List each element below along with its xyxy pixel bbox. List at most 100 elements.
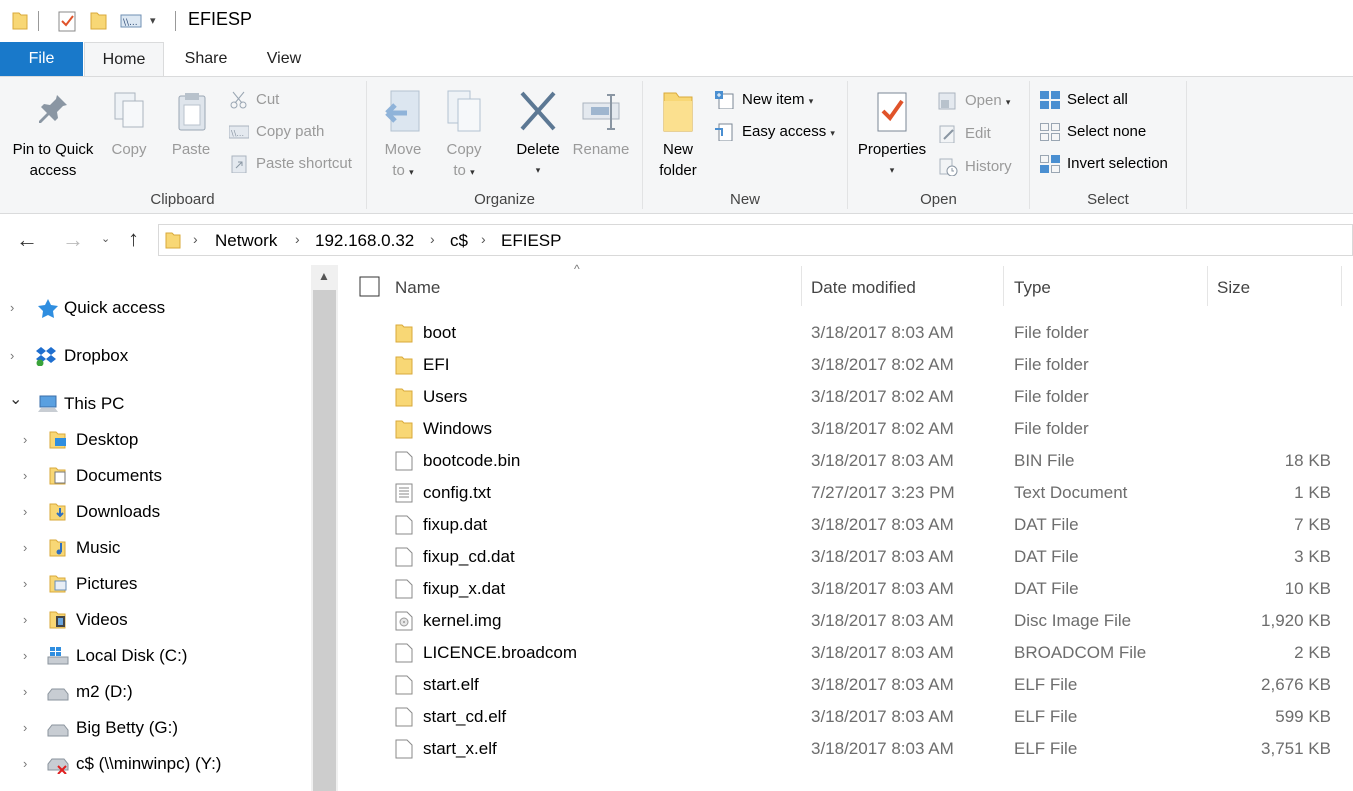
table-row[interactable]: Users 3/18/2017 8:02 AM File folder <box>340 381 1353 413</box>
column-header-size[interactable]: Size <box>1217 266 1250 310</box>
new-folder-icon[interactable] <box>90 11 108 31</box>
address-bar[interactable]: › Network › 192.168.0.32 › c$ › EFIESP <box>158 224 1353 256</box>
title-bar: \\... ▾ EFIESP <box>0 0 1353 42</box>
file-icon <box>395 739 413 759</box>
expand-chevron-icon[interactable]: › <box>23 638 27 674</box>
paste-button[interactable]: Paste <box>164 91 218 160</box>
rename-icon[interactable]: \\... <box>120 13 142 29</box>
breadcrumb-ip[interactable]: 192.168.0.32 <box>315 231 414 251</box>
copy-button[interactable]: Copy <box>104 91 154 160</box>
table-row[interactable]: boot 3/18/2017 8:03 AM File folder <box>340 317 1353 349</box>
paste-shortcut-icon <box>231 155 247 173</box>
dropbox-icon <box>36 347 56 366</box>
table-row[interactable]: start.elf 3/18/2017 8:03 AM ELF File 2,676 … <box>340 669 1353 701</box>
expand-chevron-icon[interactable]: › <box>23 566 27 602</box>
expand-chevron-icon[interactable]: › <box>23 674 27 710</box>
breadcrumb-efiesp[interactable]: EFIESP <box>501 231 561 251</box>
tab-file[interactable]: File <box>0 42 83 76</box>
select-all-checkbox[interactable] <box>359 276 381 298</box>
table-row[interactable]: bootcode.bin 3/18/2017 8:03 AM BIN File 18 … <box>340 445 1353 477</box>
file-icon <box>395 707 413 727</box>
table-row[interactable]: config.txt 7/27/2017 3:23 PM Text Document… <box>340 477 1353 509</box>
table-row[interactable]: start_x.elf 3/18/2017 8:03 AM ELF File 3,75… <box>340 733 1353 765</box>
breadcrumb-network[interactable]: Network <box>215 231 277 251</box>
properties-button[interactable]: Properties ▾ <box>852 89 932 181</box>
column-header-type[interactable]: Type <box>1014 266 1051 310</box>
rename-icon <box>582 94 620 130</box>
tab-share[interactable]: Share <box>168 42 244 76</box>
collapse-chevron-icon[interactable]: ⌄ <box>9 382 22 418</box>
history-icon <box>939 158 958 176</box>
back-arrow-icon[interactable]: ← <box>16 227 38 253</box>
folder-icon <box>395 356 413 375</box>
rename-button[interactable]: Rename <box>570 89 632 160</box>
pin-to-quick-access-button[interactable]: Pin to Quick access <box>6 91 100 181</box>
scroll-up-arrow-icon[interactable]: ▲ <box>318 269 330 283</box>
nav-item-this-pc[interactable]: ⌄ This PC <box>0 386 310 422</box>
file-icon <box>395 675 413 695</box>
folder-icon <box>395 324 413 343</box>
group-label-open: Open <box>920 191 957 208</box>
select-none-icon <box>1040 123 1060 141</box>
column-separator[interactable] <box>1003 266 1004 306</box>
expand-chevron-icon[interactable]: › <box>10 290 14 326</box>
nav-item-quick-access[interactable]: › Quick access <box>0 290 310 326</box>
new-folder-button[interactable]: New folder <box>652 89 704 181</box>
nav-item-music[interactable]: › Music <box>0 530 310 566</box>
breadcrumb-chevron-icon[interactable]: › <box>430 231 435 247</box>
breadcrumb-chevron-icon[interactable]: › <box>193 231 198 247</box>
table-row[interactable]: fixup_cd.dat 3/18/2017 8:03 AM DAT File 3 K… <box>340 541 1353 573</box>
expand-chevron-icon[interactable]: › <box>23 710 27 746</box>
expand-chevron-icon[interactable]: › <box>23 422 27 458</box>
column-header-date-modified[interactable]: Date modified <box>811 266 916 310</box>
caret-icon: ▾ <box>409 167 414 177</box>
breadcrumb-chevron-icon[interactable]: › <box>295 231 300 247</box>
recent-locations-chevron-icon[interactable]: ⌄ <box>101 232 110 245</box>
table-row[interactable]: EFI 3/18/2017 8:02 AM File folder <box>340 349 1353 381</box>
nav-item-downloads[interactable]: › Downloads <box>0 494 310 530</box>
nav-item-desktop[interactable]: › Desktop <box>0 422 310 458</box>
up-arrow-icon[interactable]: ↑ <box>128 226 139 252</box>
forward-arrow-icon[interactable]: → <box>62 227 84 253</box>
folder-icon <box>165 232 181 249</box>
column-separator[interactable] <box>801 266 802 306</box>
expand-chevron-icon[interactable]: › <box>23 530 27 566</box>
properties-icon[interactable] <box>58 10 78 32</box>
table-row[interactable]: LICENCE.broadcom 3/18/2017 8:03 AM BROADCO… <box>340 637 1353 669</box>
documents-folder-icon <box>49 467 66 485</box>
nav-item-local-disk-c[interactable]: › Local Disk (C:) <box>0 638 310 674</box>
table-row[interactable]: kernel.img 3/18/2017 8:03 AM Disc Image Fi… <box>340 605 1353 637</box>
group-label-new: New <box>729 191 760 208</box>
nav-item-network-drive-y[interactable]: › c$ (\\minwinpc) (Y:) <box>0 746 310 782</box>
column-separator[interactable] <box>1207 266 1208 306</box>
expand-chevron-icon[interactable]: › <box>23 494 27 530</box>
nav-item-videos[interactable]: › Videos <box>0 602 310 638</box>
table-row[interactable]: Windows 3/18/2017 8:02 AM File folder <box>340 413 1353 445</box>
copy-to-button[interactable]: Copy to ▾ <box>438 89 490 183</box>
breadcrumb-share[interactable]: c$ <box>450 231 468 251</box>
move-to-button[interactable]: Move to ▾ <box>378 89 428 183</box>
tab-home[interactable]: Home <box>84 42 164 77</box>
nav-pane-scrollbar-thumb[interactable] <box>313 290 336 791</box>
expand-chevron-icon[interactable]: › <box>23 602 27 638</box>
column-header-name[interactable]: Name <box>395 266 440 310</box>
nav-item-pictures[interactable]: › Pictures <box>0 566 310 602</box>
expand-chevron-icon[interactable]: › <box>23 458 27 494</box>
tab-view[interactable]: View <box>248 42 320 76</box>
breadcrumb-chevron-icon[interactable]: › <box>481 231 486 247</box>
new-item-icon <box>715 91 734 109</box>
delete-button[interactable]: Delete ▾ <box>508 89 568 181</box>
table-row[interactable]: fixup_x.dat 3/18/2017 8:03 AM DAT File 10 K… <box>340 573 1353 605</box>
file-icon <box>395 547 413 567</box>
nav-item-m2-d[interactable]: › m2 (D:) <box>0 674 310 710</box>
table-row[interactable]: start_cd.elf 3/18/2017 8:03 AM ELF File 599… <box>340 701 1353 733</box>
delete-x-icon <box>520 91 556 131</box>
column-separator[interactable] <box>1341 266 1342 306</box>
nav-item-documents[interactable]: › Documents <box>0 458 310 494</box>
table-row[interactable]: fixup.dat 3/18/2017 8:03 AM DAT File 7 KB <box>340 509 1353 541</box>
expand-chevron-icon[interactable]: › <box>10 338 14 374</box>
customize-toolbar-dropdown[interactable]: ▾ <box>150 14 156 27</box>
nav-item-big-betty-g[interactable]: › Big Betty (G:) <box>0 710 310 746</box>
nav-item-dropbox[interactable]: › Dropbox <box>0 338 310 374</box>
expand-chevron-icon[interactable]: › <box>23 746 27 782</box>
